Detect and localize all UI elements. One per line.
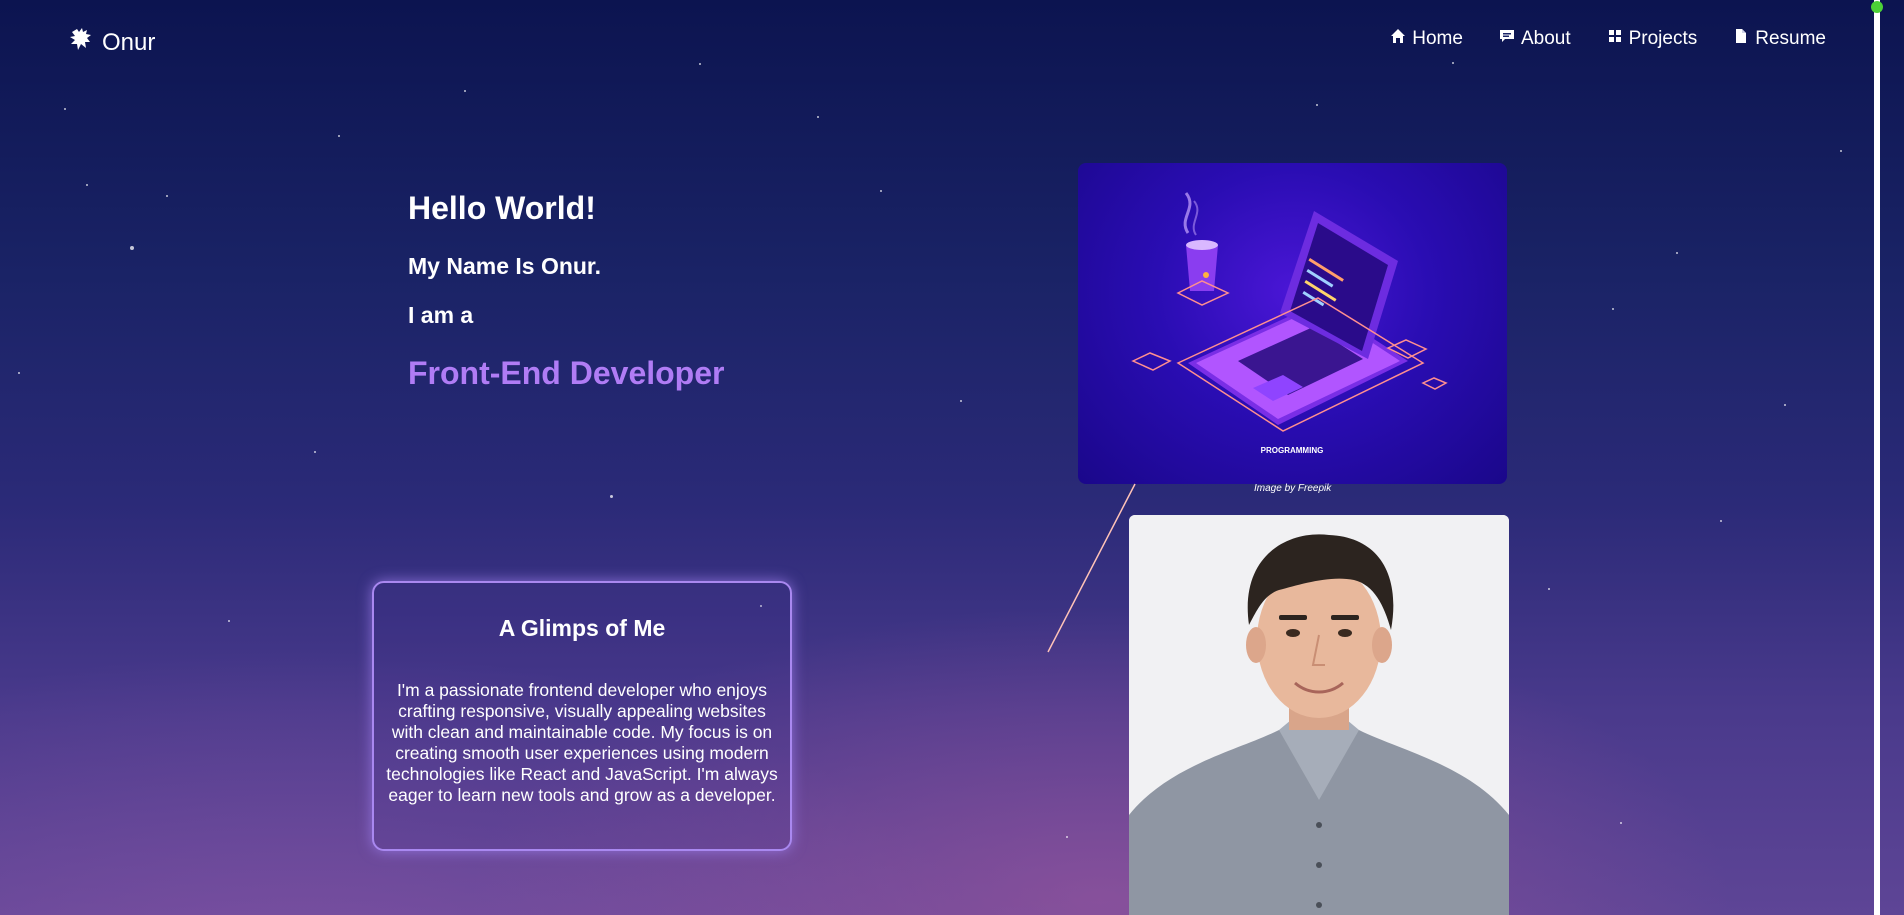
home-icon bbox=[1390, 28, 1406, 50]
message-icon bbox=[1499, 28, 1515, 50]
brand-name: Onur bbox=[102, 28, 156, 56]
decorative-line bbox=[1047, 483, 1136, 653]
nav-resume-label: Resume bbox=[1755, 28, 1826, 49]
grid-icon bbox=[1607, 28, 1623, 50]
hero-name: My Name Is Onur. bbox=[408, 253, 602, 279]
top-navigation: Onur Home About Projects Resume bbox=[0, 0, 1868, 80]
programming-illustration: PROGRAMMING bbox=[1078, 163, 1507, 484]
nav-projects-label: Projects bbox=[1628, 28, 1698, 49]
illustration-label: PROGRAMMING bbox=[1261, 446, 1324, 455]
starfield-background bbox=[0, 0, 1904, 915]
about-glimpse-card: A Glimps of Me I'm a passionate frontend… bbox=[372, 581, 792, 851]
brand-logo[interactable]: Onur bbox=[68, 26, 155, 59]
nav-resume-link[interactable]: Resume bbox=[1733, 28, 1826, 50]
laptop-illustration-graphic: PROGRAMMING bbox=[1131, 192, 1448, 455]
nav-home-link[interactable]: Home bbox=[1390, 28, 1463, 50]
scroll-progress-dot[interactable] bbox=[1871, 1, 1883, 13]
hero-section: Hello World! My Name Is Onur. I am a Fro… bbox=[408, 190, 724, 392]
nav-projects-link[interactable]: Projects bbox=[1607, 28, 1698, 50]
nav-links: Home About Projects Resume bbox=[1390, 28, 1826, 50]
image-credit: Image by Freepik bbox=[1254, 483, 1332, 494]
nav-home-label: Home bbox=[1412, 28, 1463, 49]
hero-greeting: Hello World! bbox=[408, 190, 596, 226]
hero-role: Front-End Developer bbox=[408, 355, 725, 391]
lion-icon bbox=[68, 26, 94, 59]
profile-photo bbox=[1129, 515, 1509, 915]
document-icon bbox=[1733, 28, 1749, 50]
profile-portrait-graphic bbox=[1129, 515, 1509, 915]
about-card-body: I'm a passionate frontend developer who … bbox=[386, 680, 778, 805]
about-card-title: A Glimps of Me bbox=[498, 615, 666, 641]
hero-iam: I am a bbox=[408, 302, 474, 328]
nav-about-label: About bbox=[1520, 28, 1571, 49]
nav-about-link[interactable]: About bbox=[1499, 28, 1571, 50]
scroll-progress-track[interactable] bbox=[1874, 0, 1880, 915]
